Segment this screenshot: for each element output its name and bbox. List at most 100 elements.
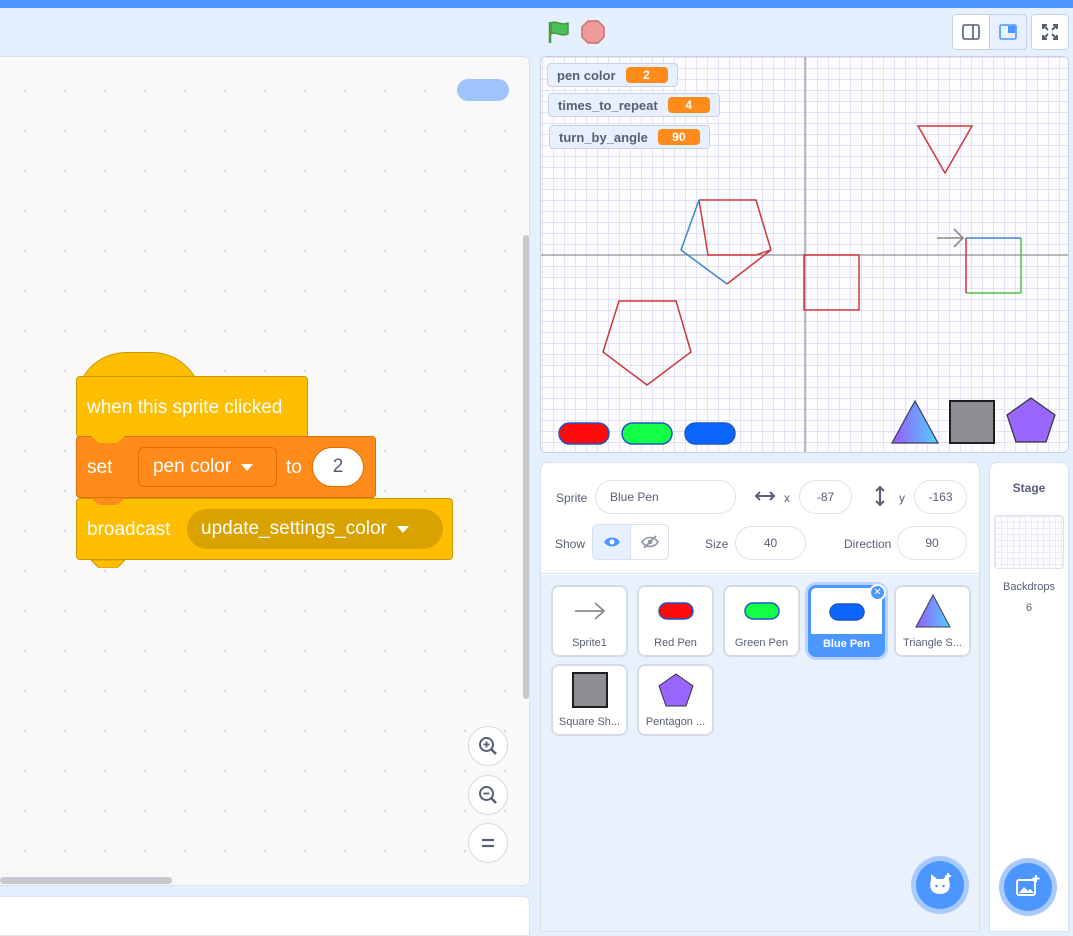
monitor-label: turn_by_angle — [559, 129, 648, 145]
zoom-in-icon — [479, 737, 497, 755]
broadcast-block[interactable]: broadcast update_settings_color — [76, 498, 453, 568]
top-menu-bar — [0, 0, 1073, 8]
fullscreen-icon — [1042, 24, 1058, 40]
choose-backdrop-button[interactable] — [1004, 863, 1052, 911]
show-toggle[interactable] — [592, 524, 669, 560]
sprite-tile-green-pen[interactable]: Green Pen — [723, 585, 800, 657]
x-position-field[interactable]: -87 — [799, 480, 852, 514]
sprite-tile-label: Pentagon ... — [645, 716, 706, 728]
sprite-tile-label: Blue Pen — [811, 634, 882, 654]
backdrop-add-icon — [1016, 875, 1040, 896]
hat-block-label: when this sprite clicked — [87, 397, 283, 418]
set-value-input[interactable]: 2 — [312, 447, 364, 487]
red-pen-sprite — [558, 422, 610, 445]
show-hidden-button[interactable] — [631, 525, 668, 559]
square-icon — [553, 672, 626, 708]
block-notch — [91, 436, 125, 443]
message-dropdown[interactable]: update_settings_color — [187, 509, 443, 549]
stop-icon — [581, 20, 605, 44]
backdrops-count: 6 — [1025, 602, 1033, 614]
zoom-reset-button[interactable] — [468, 823, 508, 863]
stage-canvas[interactable]: pen color 2 times_to_repeat 4 turn_by_an… — [540, 56, 1069, 453]
backdrops-label: Backdrops — [1003, 581, 1055, 593]
code-area-footer — [0, 896, 530, 936]
pentagon-icon — [639, 672, 712, 708]
sprite-tile-pentagon[interactable]: Pentagon ... — [637, 664, 714, 736]
green-pen-sprite — [621, 422, 673, 445]
fullscreen-button[interactable] — [1031, 14, 1069, 50]
arrow-icon — [553, 593, 626, 629]
delete-sprite-icon[interactable]: ✕ — [869, 584, 886, 601]
sprite-name-label: Sprite — [556, 491, 588, 505]
monitor-value: 90 — [657, 129, 700, 145]
size-field[interactable]: 40 — [735, 526, 806, 560]
y-label: y — [899, 491, 905, 505]
zoom-out-button[interactable] — [468, 775, 508, 815]
green-pill-icon — [725, 593, 798, 629]
chevron-down-icon — [241, 463, 254, 471]
direction-field[interactable]: 90 — [897, 526, 967, 560]
size-value: 40 — [763, 536, 778, 550]
choose-sprite-button[interactable] — [916, 861, 964, 909]
direction-label: Direction — [844, 537, 892, 551]
green-flag-button[interactable] — [546, 19, 572, 50]
x-label: x — [784, 491, 790, 505]
eye-icon — [603, 537, 620, 547]
blue-pen-sprite — [684, 422, 736, 445]
triangle-icon — [896, 593, 969, 629]
stop-button[interactable] — [581, 20, 605, 49]
message-dropdown-label: update_settings_color — [201, 518, 387, 539]
y-position-value: -163 — [928, 490, 953, 504]
equals-icon — [482, 838, 494, 848]
small-stage-button[interactable] — [952, 14, 990, 50]
monitor-times-to-repeat[interactable]: times_to_repeat 4 — [548, 93, 720, 117]
block-notch — [91, 498, 125, 505]
monitor-label: times_to_repeat — [558, 97, 658, 113]
when-sprite-clicked-block[interactable]: when this sprite clicked — [76, 376, 308, 438]
show-label: Show — [555, 537, 586, 551]
zoom-in-button[interactable] — [468, 726, 508, 766]
red-pill-icon — [639, 593, 712, 629]
sprite-tile-label: Triangle S... — [903, 637, 962, 649]
stage-selector[interactable]: Stage Backdrops 6 — [989, 462, 1069, 932]
size-label: Size — [705, 537, 729, 551]
sprite-tile-triangle[interactable]: Triangle S... — [894, 585, 971, 657]
sprite-tile-blue-pen[interactable]: Blue Pen ✕ — [808, 584, 886, 657]
sprite-list: Sprite1 Red Pen Green Pen Blue Pen ✕ Tri… — [541, 575, 979, 931]
monitor-pen-color[interactable]: pen color 2 — [547, 63, 678, 87]
sprite-tile-red-pen[interactable]: Red Pen — [637, 585, 714, 657]
sprite-tile-sprite1[interactable]: Sprite1 — [551, 585, 628, 657]
set-label: set — [87, 457, 113, 478]
show-visible-button[interactable] — [593, 525, 631, 559]
monitor-turn-by-angle[interactable]: turn_by_angle 90 — [549, 125, 710, 149]
chevron-down-icon — [396, 525, 409, 533]
code-vertical-scrollbar[interactable] — [523, 235, 529, 699]
zoom-out-icon — [479, 786, 497, 804]
stage-title: Stage — [1012, 481, 1046, 495]
sprite-info: Sprite Blue Pen x -87 y -163 Show Size 4… — [541, 463, 979, 574]
y-position-icon — [875, 486, 885, 506]
x-position-value: -87 — [816, 490, 835, 504]
code-horizontal-scrollbar[interactable] — [0, 877, 172, 884]
monitor-label: pen color — [557, 67, 616, 83]
variable-dropdown[interactable]: pen color — [138, 447, 277, 487]
y-position-field[interactable]: -163 — [914, 480, 967, 514]
green-flag-icon — [548, 21, 569, 43]
to-label: to — [286, 457, 302, 478]
large-stage-button[interactable] — [989, 14, 1027, 50]
direction-value: 90 — [925, 536, 939, 550]
workspace-pill-button[interactable] — [457, 79, 509, 101]
sprite-tile-label: Green Pen — [734, 637, 789, 649]
x-position-icon — [755, 491, 775, 501]
sprite-name-field[interactable]: Blue Pen — [595, 480, 736, 514]
block-bottom-tab — [91, 560, 125, 568]
stage-thumbnail[interactable] — [994, 515, 1064, 569]
sprite-tile-label: Sprite1 — [572, 637, 607, 649]
set-value-text: 2 — [332, 456, 344, 477]
large-stage-icon — [999, 24, 1017, 40]
sprite-tile-square[interactable]: Square Sh... — [551, 664, 628, 736]
small-stage-icon — [962, 24, 980, 40]
monitor-value: 2 — [625, 67, 668, 83]
square-sprite — [949, 400, 995, 444]
sprite-name-value: Blue Pen — [610, 490, 659, 504]
